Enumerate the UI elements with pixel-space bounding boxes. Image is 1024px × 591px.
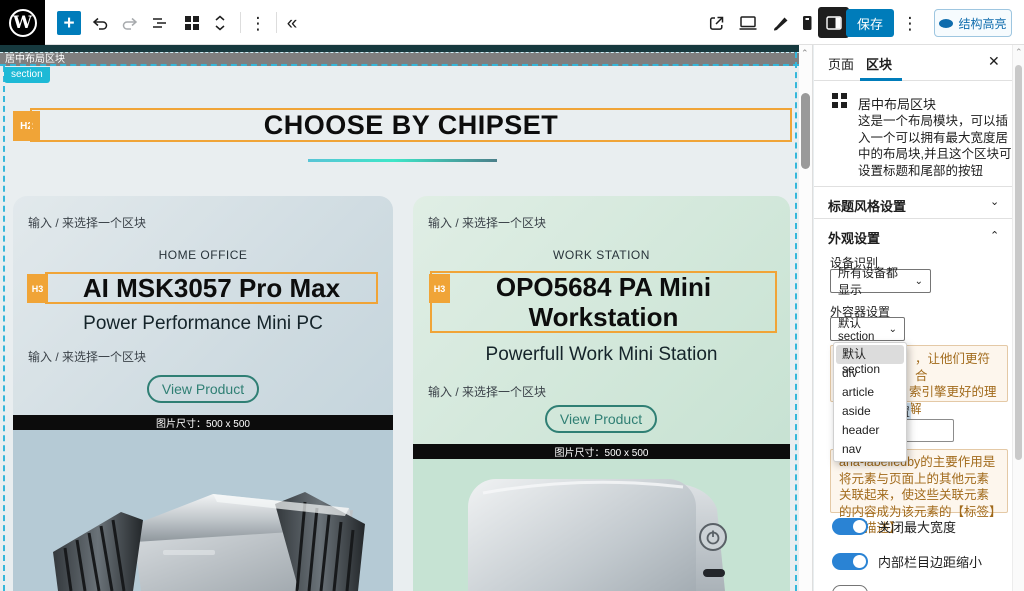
customize-brush-icon[interactable] bbox=[770, 13, 790, 33]
sidebar-tabs: 页面 区块 ✕ bbox=[814, 45, 1012, 81]
container-select-dropdown: 默认section div article aside header nav bbox=[833, 342, 907, 462]
view-product-button[interactable]: View Product bbox=[147, 375, 259, 403]
container-select-value: 默认section bbox=[838, 315, 881, 343]
h3-heading-block[interactable]: AI MSK3057 Pro Max bbox=[45, 272, 378, 304]
block-grid-icon[interactable] bbox=[182, 13, 202, 33]
undo-icon[interactable] bbox=[90, 13, 110, 33]
product-card-home-office[interactable]: 输入 / 来选择一个区块 HOME OFFICE H3 AI MSK3057 P… bbox=[13, 196, 393, 591]
panel-title-style-settings[interactable]: 标题风格设置 bbox=[828, 196, 906, 215]
panel-appearance-settings[interactable]: 外观设置 bbox=[828, 228, 880, 247]
card-eyebrow: HOME OFFICE bbox=[13, 248, 393, 262]
scrollbar-thumb[interactable] bbox=[801, 93, 810, 169]
wordpress-editor-window: W + ⋮ « bbox=[0, 0, 1024, 591]
toolbar-separator bbox=[276, 12, 277, 33]
page-header-strip bbox=[0, 45, 799, 52]
inner-padding-toggle-row: 内部栏目边距缩小 bbox=[832, 552, 982, 571]
close-max-width-toggle[interactable] bbox=[832, 518, 868, 535]
view-product-button[interactable]: View Product bbox=[545, 405, 657, 433]
product-card-work-station[interactable]: 输入 / 来选择一个区块 WORK STATION H3 OPO5684 PA … bbox=[413, 196, 790, 591]
more-options-icon[interactable]: ⋮ bbox=[248, 13, 268, 33]
close-icon[interactable]: ✕ bbox=[988, 53, 1000, 70]
heading-underline bbox=[308, 159, 497, 162]
chevron-down-icon: ⌄ bbox=[915, 276, 923, 287]
block-placeholder[interactable]: 输入 / 来选择一个区块 bbox=[28, 214, 146, 231]
card-eyebrow: WORK STATION bbox=[413, 248, 790, 262]
save-button[interactable]: 保存 bbox=[846, 9, 894, 37]
image-size-bar: 图片尺寸：500 x 500 bbox=[13, 415, 393, 430]
mobile-preview-icon[interactable] bbox=[797, 13, 817, 33]
selection-outline-right bbox=[795, 52, 797, 591]
tab-block[interactable]: 区块 bbox=[866, 54, 892, 73]
ellipse-icon bbox=[939, 19, 953, 28]
settings-sidebar-toggle[interactable] bbox=[818, 7, 849, 38]
wordpress-logo[interactable]: W bbox=[0, 0, 45, 45]
block-placeholder[interactable]: 输入 / 来选择一个区块 bbox=[428, 383, 546, 400]
container-select[interactable]: 默认section ⌄ bbox=[830, 317, 905, 341]
active-tab-underline bbox=[860, 78, 902, 81]
selection-outline-left bbox=[3, 66, 5, 591]
section-tag-badge: section bbox=[4, 67, 50, 83]
block-card-title: 居中布局区块 bbox=[858, 94, 936, 113]
panel-divider bbox=[814, 186, 1012, 187]
editor-canvas: 居中布局区块 section H2 CHOOSE BY CHIPSET 输入 /… bbox=[0, 45, 799, 591]
add-block-button[interactable]: + bbox=[57, 11, 81, 35]
scrollbar-thumb[interactable] bbox=[1015, 65, 1022, 460]
chevron-down-icon: ⌄ bbox=[889, 324, 897, 335]
dropdown-option[interactable]: aside bbox=[834, 402, 906, 421]
selected-block-label: 居中布局区块 bbox=[0, 52, 799, 66]
sidebar-scrollbar[interactable]: ⌃ bbox=[1012, 45, 1024, 591]
scroll-up-arrow-icon[interactable]: ⌃ bbox=[1015, 47, 1023, 58]
block-card-description: 这是一个布局模块，可以插入一个可以拥有最大宽度居中的布局块,并且这个区块可设置标… bbox=[858, 113, 1018, 179]
structure-highlight-button[interactable]: 结构高亮 bbox=[934, 9, 1012, 37]
product-image-mini-workstation bbox=[413, 459, 790, 591]
product-subtitle: Power Performance Mini PC bbox=[13, 313, 393, 335]
panel-divider bbox=[814, 218, 1012, 219]
device-select-value: 所有设备都显示 bbox=[838, 264, 907, 298]
collapse-icon[interactable]: « bbox=[282, 13, 302, 33]
settings-sidebar: 页面 区块 ✕ 居中布局区块 这是一个布局模块，可以插入一个可以拥有最大宽度居中… bbox=[814, 45, 1024, 591]
product-subtitle: Powerfull Work Mini Station bbox=[413, 344, 790, 366]
device-select[interactable]: 所有设备都显示 ⌄ bbox=[830, 269, 931, 293]
dropdown-option[interactable]: article bbox=[834, 383, 906, 402]
h3-heading-block[interactable]: OPO5684 PA Mini Workstation bbox=[430, 271, 777, 333]
product-title: OPO5684 PA Mini Workstation bbox=[454, 272, 754, 332]
toggle-label: 内部栏目边距缩小 bbox=[878, 552, 982, 571]
redo-icon[interactable] bbox=[120, 13, 140, 33]
chevron-up-icon[interactable]: ⌃ bbox=[990, 229, 999, 242]
toggle-label: 关闭最大宽度 bbox=[878, 517, 956, 536]
wordpress-w-icon: W bbox=[9, 9, 37, 37]
more-menu-icon[interactable]: ⋮ bbox=[900, 13, 920, 33]
inner-padding-shrink-toggle[interactable] bbox=[832, 553, 868, 570]
max-width-toggle-row: 关闭最大宽度 bbox=[832, 517, 956, 536]
dropdown-option[interactable]: header bbox=[834, 421, 906, 440]
partial-toggle[interactable] bbox=[832, 585, 868, 591]
product-image-mini-pc bbox=[13, 430, 393, 591]
block-type-icon bbox=[832, 93, 847, 108]
structure-highlight-label: 结构高亮 bbox=[958, 15, 1006, 32]
editor-toolbar: W + ⋮ « bbox=[0, 0, 1024, 45]
dropdown-option[interactable]: 默认section bbox=[836, 345, 904, 364]
dropdown-option[interactable]: nav bbox=[834, 440, 906, 459]
block-placeholder[interactable]: 输入 / 来选择一个区块 bbox=[28, 348, 146, 365]
scroll-up-arrow-icon[interactable]: ⌃ bbox=[801, 48, 809, 59]
canvas-scrollbar[interactable]: ⌃ bbox=[799, 45, 813, 591]
list-view-icon[interactable] bbox=[150, 13, 170, 33]
external-link-icon[interactable] bbox=[706, 13, 726, 33]
toolbar-separator bbox=[240, 12, 241, 33]
chevron-down-icon[interactable]: ⌄ bbox=[990, 195, 999, 208]
tab-page[interactable]: 页面 bbox=[828, 54, 854, 73]
h2-heading-block[interactable]: CHOOSE BY CHIPSET bbox=[30, 108, 792, 142]
preview-desktop-icon[interactable] bbox=[738, 13, 758, 33]
move-up-down-icon[interactable] bbox=[210, 13, 230, 33]
image-size-bar: 图片尺寸：500 x 500 bbox=[413, 444, 790, 459]
block-placeholder[interactable]: 输入 / 来选择一个区块 bbox=[428, 214, 546, 231]
product-title: AI MSK3057 Pro Max bbox=[83, 273, 340, 303]
section-heading: CHOOSE BY CHIPSET bbox=[264, 110, 559, 141]
